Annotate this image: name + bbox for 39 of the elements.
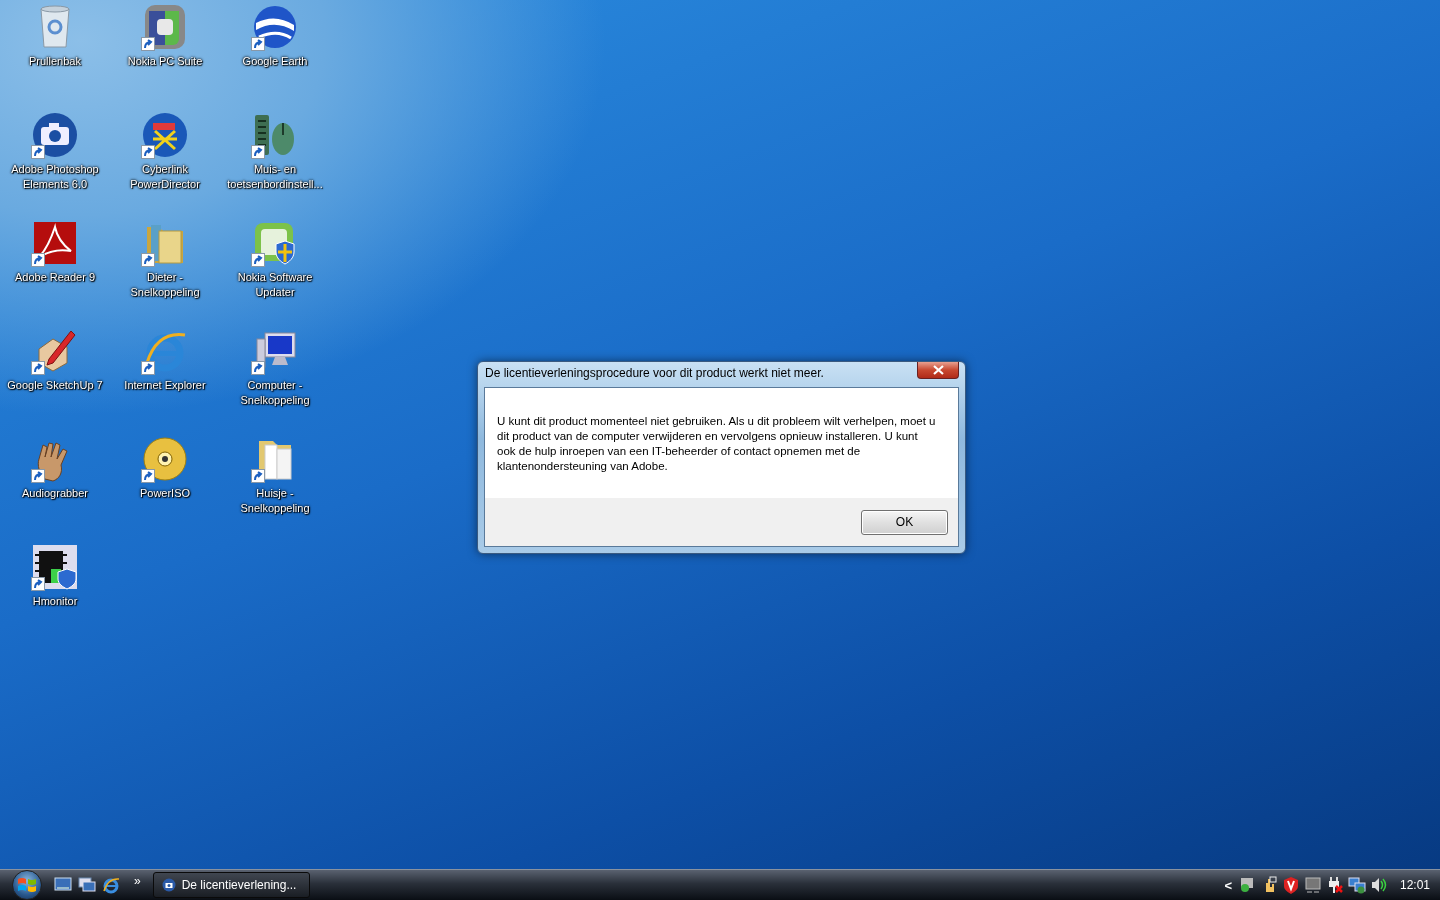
- icon-label[interactable]: Huisje - Snelkoppeling: [221, 486, 329, 516]
- clock-text[interactable]: 12:01: [1399, 878, 1430, 892]
- chip-icon[interactable]: [31, 543, 79, 591]
- camera-icon: [161, 878, 176, 892]
- windows-logo-icon: [17, 876, 37, 894]
- expand-tray-button[interactable]: <: [1222, 877, 1234, 893]
- icon-label[interactable]: Adobe Reader 9: [14, 270, 96, 285]
- icon-label[interactable]: Google Earth: [242, 54, 308, 69]
- icon-label[interactable]: Nokia Software Updater: [221, 270, 329, 300]
- icon-label[interactable]: Audiograbber: [21, 486, 89, 501]
- browser-icon[interactable]: [102, 876, 120, 894]
- start-button[interactable]: [12, 870, 42, 900]
- close-button[interactable]: [917, 362, 959, 379]
- globe-icon[interactable]: [251, 3, 299, 51]
- window-title: De licentieverleningsprocedure voor dit product werkt niet meer.: [484, 365, 825, 380]
- icon-label[interactable]: Google SketchUp 7: [7, 378, 103, 393]
- icon-label[interactable]: Computer - Snelkoppeling: [221, 378, 329, 408]
- speaker-icon[interactable]: [1369, 876, 1388, 894]
- network-icon[interactable]: [1347, 876, 1366, 894]
- taskbar-button[interactable]: De licentieverlening...: [152, 872, 310, 898]
- icon-label[interactable]: Dieter - Snelkoppeling: [111, 270, 219, 300]
- show-desktop-icon[interactable]: [54, 877, 72, 893]
- icon-label[interactable]: Hmonitor: [32, 594, 78, 609]
- app-logo-icon[interactable]: [31, 219, 79, 267]
- icon-label[interactable]: Adobe Photoshop Elements 6.0: [1, 162, 109, 192]
- disc-icon[interactable]: [141, 435, 189, 483]
- message-text: U kunt dit product momenteel niet gebruiken. Als u dit probleem wilt verhelpen, moet u dit product van de computer verwijderen en vervolgens opnieuw installeren. U kunt ook de hulp inroepen van een IT-beheerder of contact opnemen met de klantenondersteuning van Adobe.: [497, 414, 937, 474]
- ok-button[interactable]: OK: [861, 509, 948, 535]
- icon-label[interactable]: PowerISO: [139, 486, 191, 501]
- icon-label[interactable]: Muis- en toetsenbordinstell...: [221, 162, 329, 192]
- camera-icon[interactable]: [31, 111, 79, 159]
- window-switch-icon[interactable]: [78, 877, 96, 893]
- screen-icon[interactable]: [1303, 876, 1322, 894]
- icon-label[interactable]: Internet Explorer: [124, 378, 206, 393]
- shield-icon[interactable]: [1281, 876, 1300, 894]
- icon-label[interactable]: Cyberlink PowerDirector: [111, 162, 219, 192]
- chair-icon[interactable]: [141, 111, 189, 159]
- close-icon: [932, 365, 944, 375]
- more-button[interactable]: »: [126, 874, 149, 896]
